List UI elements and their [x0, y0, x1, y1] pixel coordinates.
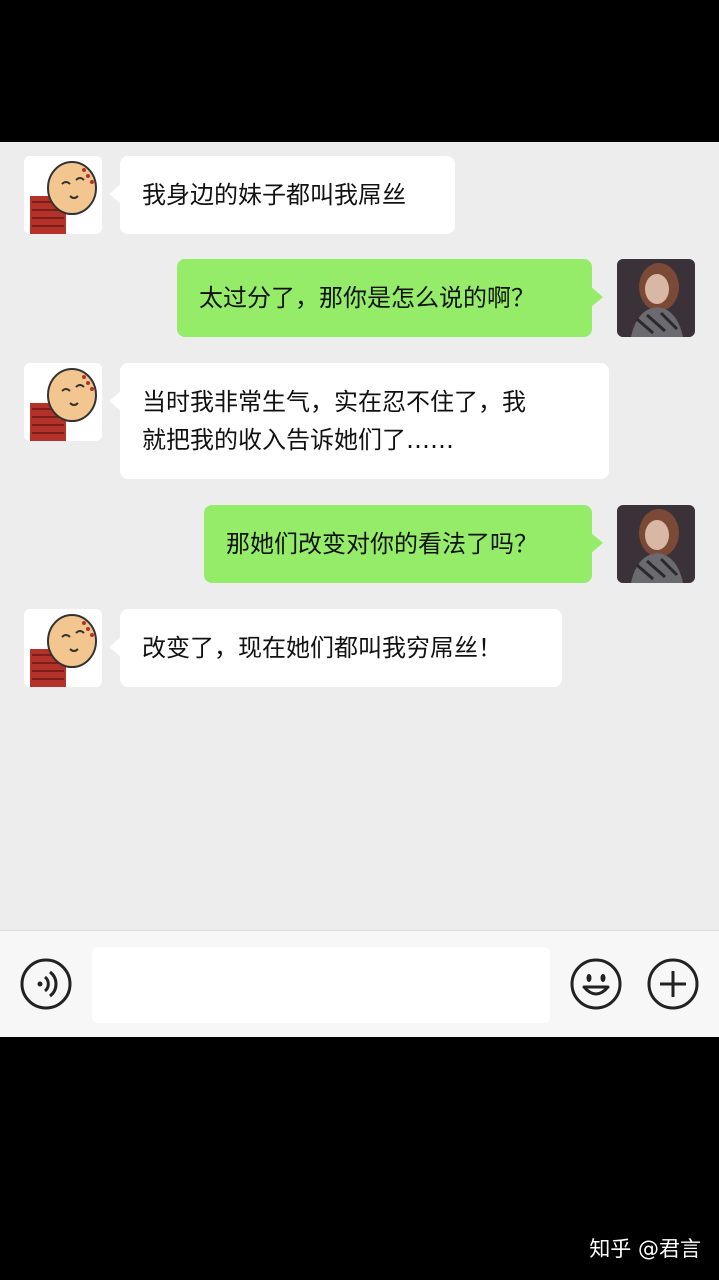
message-bubble-outgoing[interactable]: 那她们改变对你的看法了吗？ [204, 505, 603, 583]
input-bar [0, 930, 719, 1037]
message-bubble-incoming[interactable]: 改变了，现在她们都叫我穷屌丝！ [109, 609, 562, 687]
message-bubble-incoming[interactable]: 我身边的妹子都叫我屌丝 [109, 156, 455, 234]
user-avatar[interactable] [617, 505, 695, 583]
contact-avatar[interactable] [24, 609, 102, 687]
user-avatar[interactable] [617, 259, 695, 337]
chat-area: 我身边的妹子都叫我屌丝 太过分了，那你是怎么说的啊？ 当时我非常生气，实在忍不住… [0, 142, 719, 930]
emoji-icon[interactable] [569, 957, 623, 1011]
message-bubble-incoming[interactable]: 当时我非常生气，实在忍不住了，我 就把我的收入告诉她们了…… [109, 363, 609, 479]
contact-avatar[interactable] [24, 156, 102, 234]
contact-avatar[interactable] [24, 363, 102, 441]
message-input[interactable] [92, 947, 550, 1023]
plus-icon[interactable] [646, 957, 700, 1011]
message-bubble-outgoing[interactable]: 太过分了，那你是怎么说的啊？ [177, 259, 603, 337]
watermark: 知乎 @君言 [589, 1237, 701, 1261]
voice-icon[interactable] [19, 957, 73, 1011]
